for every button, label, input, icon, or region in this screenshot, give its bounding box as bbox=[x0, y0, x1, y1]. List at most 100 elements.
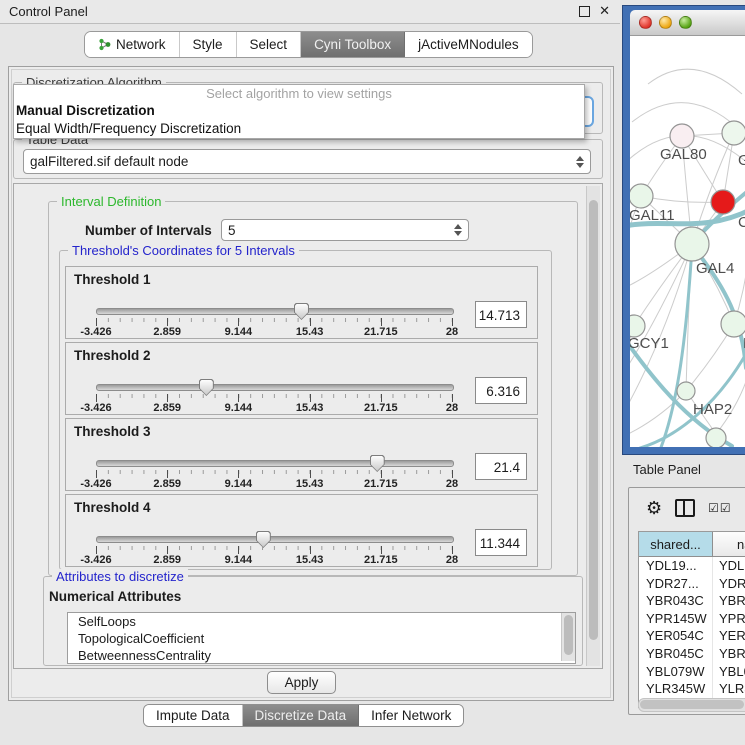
table-row[interactable]: YPR145WYPR1 bbox=[639, 610, 745, 628]
tab-network[interactable]: Network bbox=[85, 32, 180, 57]
settings-scroll-panel: Interval Definition Number of Intervals … bbox=[13, 183, 603, 669]
table-data-group: Table Data galFiltered.sif default node bbox=[13, 139, 603, 179]
threshold-3-value-field[interactable]: 21.4 bbox=[475, 453, 527, 480]
numerical-attributes-label: Numerical Attributes bbox=[49, 589, 181, 604]
minimize-traffic-light[interactable] bbox=[659, 16, 672, 29]
threshold-1-slider[interactable] bbox=[96, 308, 454, 315]
tab-jactivemnodules[interactable]: jActiveMNodules bbox=[405, 32, 532, 57]
table-data-selected-value: galFiltered.sif default node bbox=[30, 154, 188, 169]
tab-discretize-data-label: Discretize Data bbox=[255, 708, 347, 723]
attributes-group: Attributes to discretize Numerical Attri… bbox=[43, 576, 583, 666]
threshold-2-box: Threshold 2 -3.4262.8599.14415.4321.7152… bbox=[65, 342, 538, 415]
node-gal11[interactable] bbox=[630, 184, 653, 208]
table-row[interactable]: YBR045CYBR0 bbox=[639, 645, 745, 663]
table-row[interactable]: YDR27...YDR2 bbox=[639, 575, 745, 593]
node-bottom-partial[interactable] bbox=[706, 428, 726, 447]
threshold-1-value-field[interactable]: 14.713 bbox=[475, 301, 527, 328]
table-row[interactable]: YDL19...YDL1 bbox=[639, 557, 745, 575]
label-gal80: GAL80 bbox=[660, 146, 707, 163]
network-window-titlebar[interactable] bbox=[630, 10, 745, 36]
dropdown-hint: Select algorithm to view settings bbox=[14, 85, 584, 102]
settings-vertical-scrollbar[interactable] bbox=[586, 186, 600, 666]
top-tabbar: Network Style Select Cyni Toolbox jActiv… bbox=[84, 31, 533, 58]
threshold-3-slider[interactable] bbox=[96, 460, 454, 467]
threshold-4-value-field[interactable]: 11.344 bbox=[475, 529, 527, 556]
threshold-3-label: Threshold 3 bbox=[74, 424, 151, 439]
number-of-intervals-combobox[interactable]: 5 bbox=[221, 219, 469, 241]
network-view-window: GAL80 G. GAL11 GAL4 C GCY1 H HAP2 bbox=[622, 5, 745, 455]
thresholds-group-title: Threshold's Coordinates for 5 Intervals bbox=[68, 243, 299, 258]
label-gal4: GAL4 bbox=[696, 260, 734, 277]
number-of-intervals-label: Number of Intervals bbox=[85, 223, 212, 238]
table-row[interactable]: YBL079WYBL0 bbox=[639, 663, 745, 681]
table-panel-titlebar: Table Panel bbox=[622, 455, 745, 483]
bottom-tabbar: Impute Data Discretize Data Infer Networ… bbox=[143, 704, 464, 727]
tab-network-label: Network bbox=[116, 37, 166, 52]
apply-button[interactable]: Apply bbox=[267, 671, 336, 694]
tab-discretize-data[interactable]: Discretize Data bbox=[243, 705, 360, 726]
table-data-combobox[interactable]: galFiltered.sif default node bbox=[23, 149, 591, 174]
table-row[interactable]: YBR043CYBR0 bbox=[639, 592, 745, 610]
node-selected-red[interactable] bbox=[711, 190, 735, 214]
zoom-traffic-light[interactable] bbox=[679, 16, 692, 29]
column-header-shared-name[interactable]: shared... bbox=[639, 532, 713, 557]
node-h[interactable] bbox=[721, 311, 745, 337]
threshold-4-slider[interactable] bbox=[96, 536, 454, 543]
threshold-1-axis: -3.4262.8599.14415.4321.71528 bbox=[96, 326, 452, 338]
table-row[interactable]: YLR345WYLR3 bbox=[639, 680, 745, 698]
threshold-4-label: Threshold 4 bbox=[74, 500, 151, 515]
tab-impute-data[interactable]: Impute Data bbox=[144, 705, 243, 726]
node-gal80[interactable] bbox=[670, 124, 694, 148]
node-gal4[interactable] bbox=[675, 227, 709, 261]
scrollbar-thumb[interactable] bbox=[640, 700, 744, 709]
attributes-list-scrollbar[interactable] bbox=[561, 613, 575, 661]
tab-infer-network-label: Infer Network bbox=[371, 708, 451, 723]
tab-infer-network[interactable]: Infer Network bbox=[359, 705, 463, 726]
threshold-1-box: Threshold 1 -3.4262.8599.14415.4321.7152… bbox=[65, 266, 538, 339]
interval-definition-group: Interval Definition Number of Intervals … bbox=[48, 201, 578, 576]
list-item-selfloops[interactable]: SelfLoops bbox=[68, 613, 575, 630]
label-gal11: GAL11 bbox=[630, 207, 675, 224]
tab-style[interactable]: Style bbox=[180, 32, 237, 57]
node-hap2[interactable] bbox=[677, 382, 695, 400]
interval-definition-title: Interval Definition bbox=[57, 194, 165, 209]
dropdown-option-equal-width[interactable]: Equal Width/Frequency Discretization bbox=[14, 120, 584, 138]
column-layout-icon[interactable] bbox=[675, 499, 695, 517]
tab-cyni-toolbox-label: Cyni Toolbox bbox=[314, 37, 391, 52]
threshold-2-slider[interactable] bbox=[96, 384, 454, 391]
node-gcy1[interactable] bbox=[630, 315, 645, 337]
select-columns-icons[interactable]: ☑☑ bbox=[708, 501, 732, 515]
tab-select-label: Select bbox=[250, 37, 288, 52]
column-header-name[interactable]: na bbox=[713, 532, 745, 557]
scrollbar-thumb[interactable] bbox=[564, 615, 573, 655]
thresholds-group: Threshold's Coordinates for 5 Intervals … bbox=[59, 250, 552, 570]
table-panel-toolbar: ⚙ ☑☑ bbox=[629, 488, 745, 528]
list-item-betweennesscentrality[interactable]: BetweennessCentrality bbox=[68, 647, 575, 664]
network-canvas[interactable]: GAL80 G. GAL11 GAL4 C GCY1 H HAP2 bbox=[630, 36, 745, 447]
list-item-topologicalcoefficient[interactable]: TopologicalCoefficient bbox=[68, 630, 575, 647]
node-table: shared... na YDL19...YDL1 YDR27...YDR2 Y… bbox=[638, 531, 745, 708]
combo-arrows-icon bbox=[576, 156, 584, 168]
threshold-2-value-field[interactable]: 6.316 bbox=[475, 377, 527, 404]
threshold-4-ticks bbox=[96, 546, 452, 554]
label-c: C bbox=[738, 214, 745, 231]
close-traffic-light[interactable] bbox=[639, 16, 652, 29]
settings-gear-icon[interactable]: ⚙ bbox=[646, 499, 662, 517]
node-top-right[interactable] bbox=[722, 121, 745, 145]
tab-style-label: Style bbox=[193, 37, 223, 52]
tab-select[interactable]: Select bbox=[237, 32, 302, 57]
threshold-3-box: Threshold 3 -3.4262.8599.14415.4321.7152… bbox=[65, 418, 538, 491]
close-icon[interactable]: ✕ bbox=[599, 5, 610, 17]
float-window-icon[interactable] bbox=[579, 6, 590, 17]
table-panel-title: Table Panel bbox=[633, 462, 701, 477]
scrollbar-thumb[interactable] bbox=[589, 200, 598, 640]
algorithm-dropdown-popup: Select algorithm to view settings Manual… bbox=[13, 84, 585, 139]
dropdown-option-manual[interactable]: Manual Discretization bbox=[14, 102, 584, 120]
numerical-attributes-list: SelfLoops TopologicalCoefficient Between… bbox=[67, 612, 576, 664]
tab-cyni-toolbox[interactable]: Cyni Toolbox bbox=[301, 32, 405, 57]
control-panel-title: Control Panel bbox=[9, 4, 88, 19]
table-horizontal-scrollbar[interactable] bbox=[638, 698, 745, 712]
threshold-2-axis: -3.4262.8599.14415.4321.71528 bbox=[96, 402, 452, 414]
threshold-2-label: Threshold 2 bbox=[74, 348, 151, 363]
table-row[interactable]: YER054CYER0 bbox=[639, 627, 745, 645]
